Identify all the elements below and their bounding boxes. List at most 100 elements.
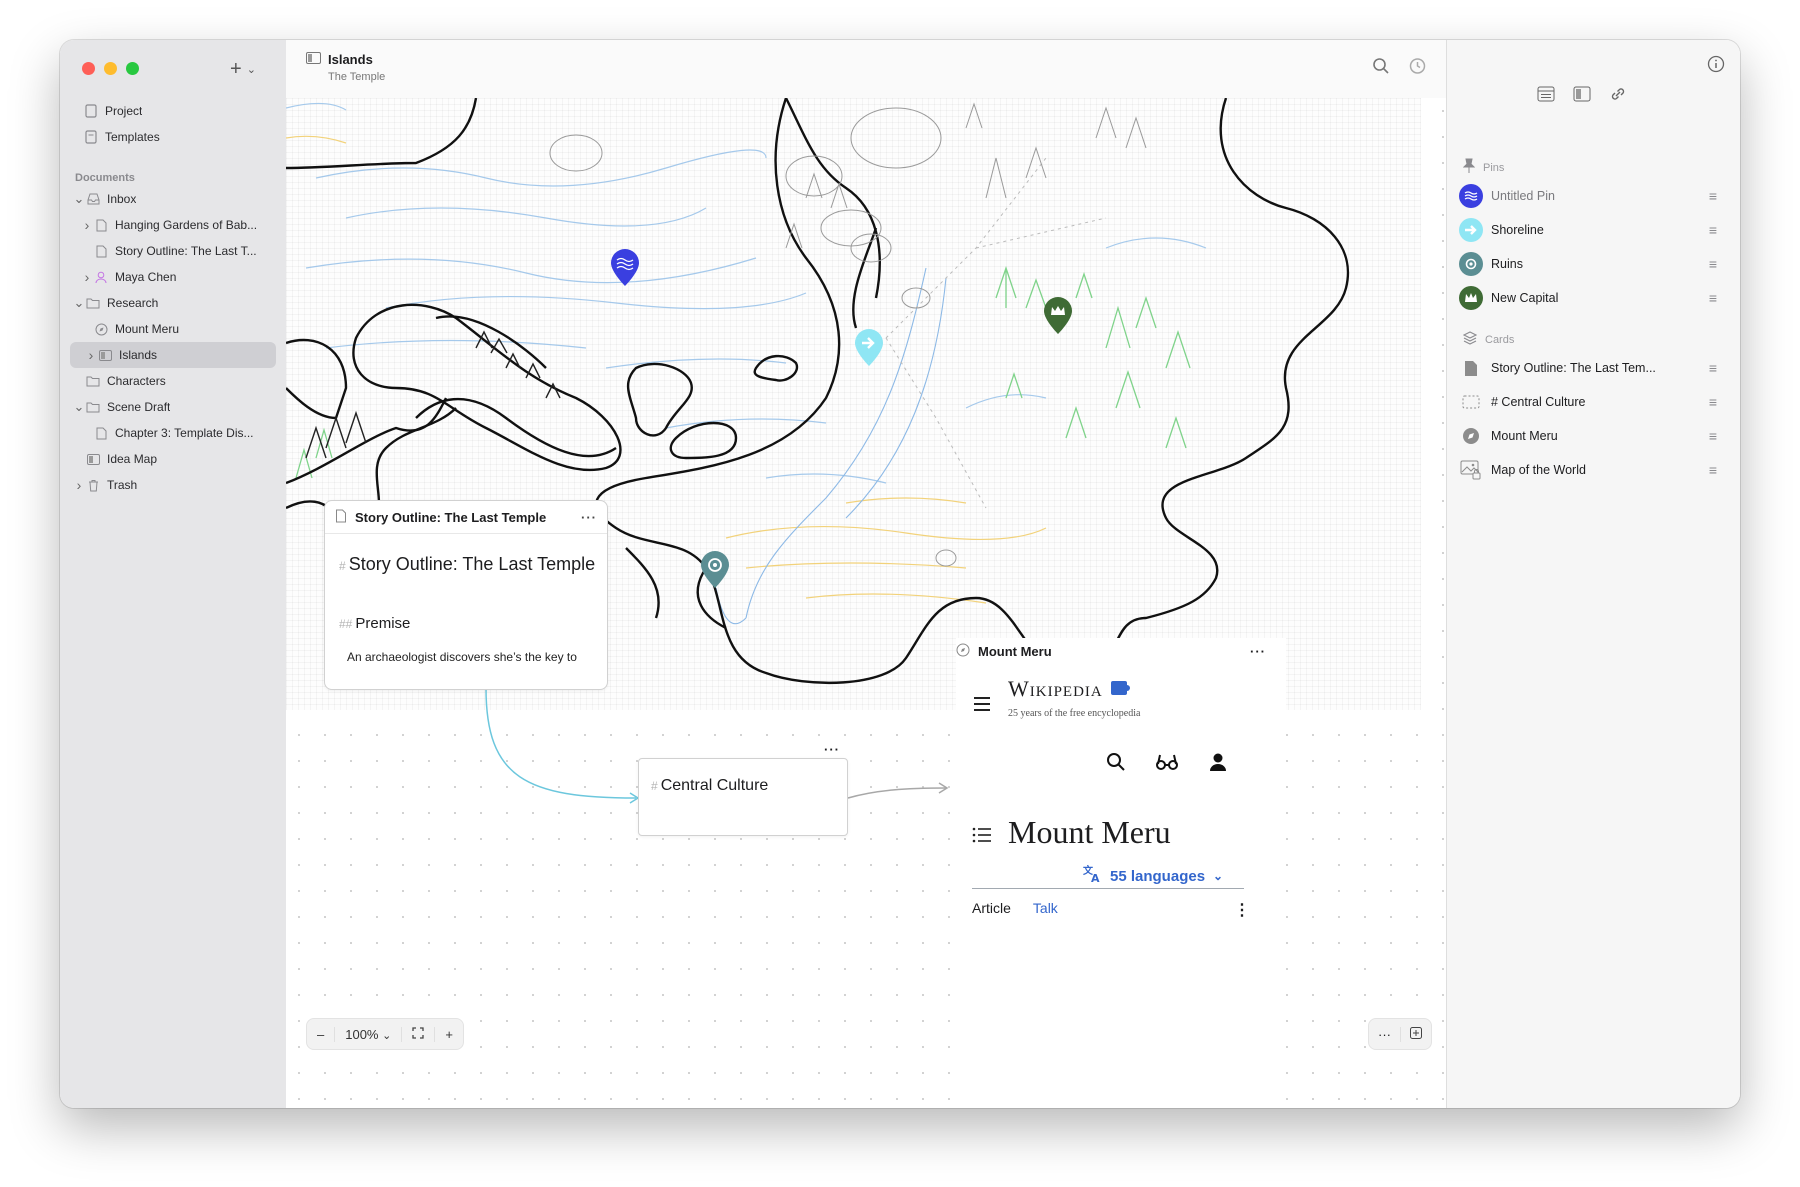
- card-heading-1: # Story Outline: The Last Temple: [339, 554, 607, 575]
- page-tools-menu-icon[interactable]: ⋮: [1234, 900, 1250, 920]
- minimize-window-button[interactable]: [104, 62, 117, 75]
- article-tabs: Article Talk: [972, 900, 1058, 916]
- zoom-level-dropdown[interactable]: 100% ⌄: [334, 1026, 401, 1042]
- central-culture-card[interactable]: # Central Culture: [638, 758, 848, 836]
- dashed-card-icon: [1459, 390, 1483, 414]
- plus-icon: +: [230, 58, 242, 80]
- heading-text: Premise: [355, 615, 411, 632]
- drag-handle-icon[interactable]: ≡: [1709, 394, 1717, 410]
- table-of-contents-icon[interactable]: [972, 826, 992, 849]
- pin-label: Shoreline: [1491, 223, 1544, 237]
- crown-icon: [1459, 286, 1483, 310]
- chevron-down-icon: ⌄: [1213, 869, 1224, 883]
- drag-handle-icon[interactable]: ≡: [1709, 462, 1717, 478]
- canvas-more-button[interactable]: ···: [1369, 1027, 1400, 1042]
- pin-row[interactable]: Untitled Pin ≡: [1459, 181, 1717, 211]
- canvas-icon: [306, 52, 321, 67]
- info-icon[interactable]: [1707, 55, 1725, 78]
- pin-row[interactable]: Ruins ≡: [1459, 249, 1717, 279]
- pin-row[interactable]: Shoreline ≡: [1459, 215, 1717, 245]
- languages-button[interactable]: 文A 55 languages ⌄: [1082, 864, 1223, 888]
- zoom-in-button[interactable]: +: [434, 1026, 463, 1042]
- card-row[interactable]: Mount Meru ≡: [1459, 421, 1717, 451]
- document-icon: [94, 426, 108, 440]
- story-outline-card[interactable]: Story Outline: The Last Temple ··· # Stor…: [324, 500, 608, 690]
- tab-article[interactable]: Article: [972, 900, 1011, 916]
- card-more-button[interactable]: ···: [581, 510, 597, 525]
- tab-canvas-icon[interactable]: [1573, 86, 1591, 107]
- search-icon[interactable]: [1372, 57, 1390, 80]
- close-window-button[interactable]: [82, 62, 95, 75]
- web-card-more-button[interactable]: ···: [1250, 644, 1266, 659]
- sidebar-item-research[interactable]: ⌄ Research: [60, 290, 286, 316]
- sidebar-item-chapter-3-template-dis[interactable]: Chapter 3: Template Dis...: [60, 420, 286, 446]
- card-row[interactable]: Story Outline: The Last Tem... ≡: [1459, 353, 1717, 383]
- tab-details-icon[interactable]: [1537, 86, 1555, 107]
- sidebar-item-label: Chapter 3: Template Dis...: [115, 426, 254, 440]
- sidebar-item-islands[interactable]: › Islands: [70, 342, 276, 368]
- sidebar-item-inbox[interactable]: ⌄ Inbox: [60, 186, 286, 212]
- disclosure-closed-icon[interactable]: ›: [72, 477, 86, 493]
- pin-icon: [1462, 158, 1476, 177]
- reading-glasses-icon[interactable]: [1156, 752, 1178, 777]
- user-icon[interactable]: [1208, 752, 1228, 777]
- drag-handle-icon[interactable]: ≡: [1709, 222, 1717, 238]
- disclosure-open-icon[interactable]: ⌄: [72, 296, 86, 309]
- document-icon: [94, 244, 108, 258]
- card-row[interactable]: Map of the World ≡: [1459, 455, 1717, 485]
- drag-handle-icon[interactable]: ≡: [1709, 360, 1717, 376]
- heading-text: Central Culture: [660, 777, 769, 794]
- sidebar-item-templates[interactable]: Templates: [60, 124, 286, 150]
- search-icon[interactable]: [1106, 752, 1126, 777]
- disclosure-open-icon[interactable]: ⌄: [72, 400, 86, 413]
- sidebar-item-label: Templates: [105, 130, 160, 144]
- add-item-button[interactable]: + ⌄: [230, 58, 256, 81]
- sidebar-item-trash[interactable]: › Trash: [60, 472, 286, 498]
- sidebar-item-project[interactable]: Project: [60, 98, 286, 124]
- sidebar-item-mount-meru[interactable]: Mount Meru: [60, 316, 286, 342]
- disclosure-closed-icon[interactable]: ›: [80, 217, 94, 233]
- drag-handle-icon[interactable]: ≡: [1709, 188, 1717, 204]
- canvas[interactable]: Story Outline: The Last Temple ··· # Stor…: [286, 98, 1446, 1108]
- chevron-down-icon: ⌄: [382, 1029, 392, 1042]
- svg-text:A: A: [1091, 872, 1100, 884]
- pin-row[interactable]: New Capital ≡: [1459, 283, 1717, 313]
- mount-meru-web-card[interactable]: Mount Meru ··· Wikipedia 25 years of the…: [956, 638, 1286, 1108]
- fullscreen-icon: [412, 1026, 424, 1039]
- zoom-window-button[interactable]: [126, 62, 139, 75]
- drag-handle-icon[interactable]: ≡: [1709, 428, 1717, 444]
- inspector-panel: Pins Untitled Pin ≡ Shoreline ≡ Ruins ≡ New Ca…: [1446, 40, 1740, 1108]
- waves-icon: [1459, 184, 1483, 208]
- sidebar-item-characters[interactable]: Characters: [60, 368, 286, 394]
- languages-label: 55 languages: [1110, 867, 1206, 885]
- sidebar-item-label: Characters: [107, 374, 166, 388]
- fit-to-screen-button[interactable]: [401, 1026, 434, 1042]
- sidebar-item-idea-map[interactable]: Idea Map: [60, 446, 286, 472]
- section-title: Cards: [1485, 333, 1515, 346]
- drag-handle-icon[interactable]: ≡: [1709, 290, 1717, 306]
- culture-card-more-button[interactable]: ···: [824, 742, 840, 757]
- toolbar-actions: [1372, 57, 1426, 80]
- heading-marker: ##: [339, 617, 353, 631]
- sidebar-item-scene-draft[interactable]: ⌄ Scene Draft: [60, 394, 286, 420]
- history-icon[interactable]: [1408, 57, 1426, 80]
- zoom-controls: – 100% ⌄ +: [306, 1018, 464, 1050]
- sidebar-item-maya-chen[interactable]: › Maya Chen: [60, 264, 286, 290]
- zoom-out-button[interactable]: –: [307, 1027, 334, 1042]
- card-row[interactable]: # Central Culture ≡: [1459, 387, 1717, 417]
- add-card-button[interactable]: [1400, 1026, 1431, 1042]
- disclosure-closed-icon[interactable]: ›: [80, 269, 94, 285]
- tab-links-icon[interactable]: [1609, 86, 1627, 107]
- tab-talk[interactable]: Talk: [1033, 900, 1058, 916]
- disclosure-closed-icon[interactable]: ›: [84, 347, 98, 363]
- chevron-down-icon: ⌄: [246, 64, 256, 76]
- sidebar-item-story-outline-the-last-t[interactable]: Story Outline: The Last T...: [60, 238, 286, 264]
- drag-handle-icon[interactable]: ≡: [1709, 256, 1717, 272]
- disclosure-open-icon[interactable]: ⌄: [72, 192, 86, 205]
- wikipedia-logo[interactable]: Wikipedia: [1008, 676, 1131, 702]
- card-label: Story Outline: The Last Tem...: [1491, 361, 1656, 375]
- hamburger-menu-icon[interactable]: [972, 694, 992, 719]
- heading-marker: #: [651, 779, 658, 793]
- project-icon: [84, 104, 98, 118]
- sidebar-item-hanging-gardens-of-bab[interactable]: › Hanging Gardens of Bab...: [60, 212, 286, 238]
